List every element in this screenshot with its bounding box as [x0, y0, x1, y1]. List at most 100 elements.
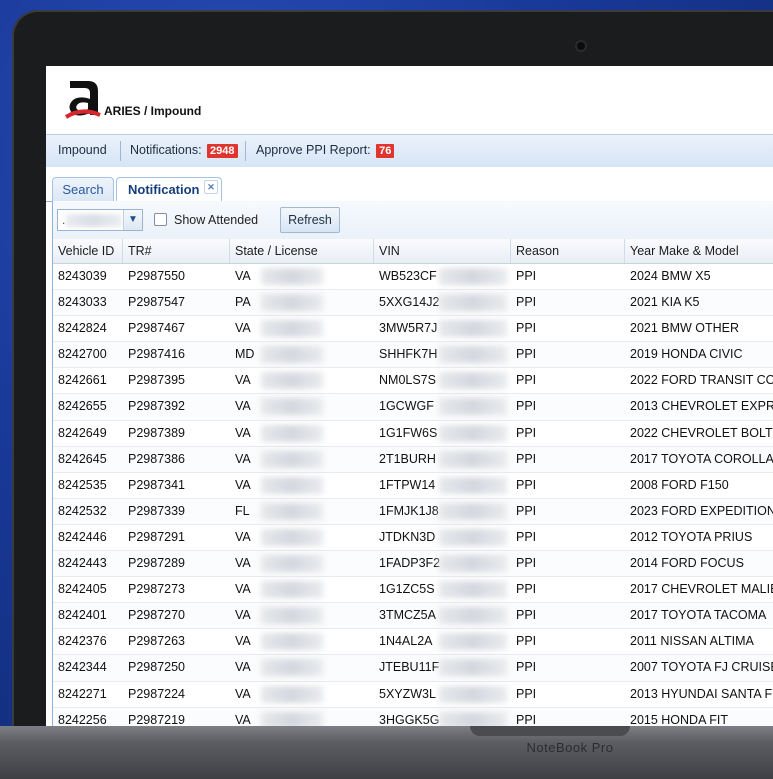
cell-year-make-model: 2017 TOYOTA COROLLA: [630, 451, 773, 466]
cell-reason: PPI: [516, 503, 537, 518]
refresh-button[interactable]: Refresh: [280, 207, 340, 233]
cell-tr: P2987386: [128, 451, 186, 466]
table-row[interactable]: 8242401 P2987270 VA 3TMCZ5A PPI 2017 TOYOTA T…: [53, 603, 773, 630]
table-row[interactable]: 8242655 P2987392 VA 1GCWGF PPI 2013 CHEVROLET…: [53, 394, 773, 421]
table-row[interactable]: 8242824 P2987467 VA 3MW5R7J PPI 2021 BMW OTHE…: [53, 316, 773, 343]
redacted-license: [261, 346, 323, 364]
cell-year-make-model: 2014 FORD FOCUS: [630, 556, 744, 571]
tab-notification[interactable]: Notification ✕: [116, 177, 222, 201]
redacted-license: [261, 450, 323, 468]
cell-year-make-model: 2019 HONDA CIVIC: [630, 347, 743, 362]
redacted-vin: [439, 502, 507, 520]
redacted-license: [261, 476, 323, 494]
redacted-license: [261, 555, 323, 573]
redacted-vin: [439, 685, 507, 703]
cell-reason: PPI: [516, 686, 537, 701]
table-row[interactable]: 8242645 P2987386 VA 2T1BURH PPI 2017 TOYOTA C…: [53, 446, 773, 473]
grid-body: 8243039 P2987550 VA WB523CF PPI 2024 BMW X5 82…: [53, 264, 773, 736]
column-header-year-make-model[interactable]: Year Make & Model: [625, 239, 773, 263]
grid-toolbar: . ▼ Show Attended Refresh: [53, 201, 773, 240]
cell-vehicle-id: 8242649: [58, 425, 107, 440]
column-header-reason[interactable]: Reason: [511, 239, 625, 263]
cell-tr: P2987341: [128, 477, 186, 492]
chevron-down-icon[interactable]: ▼: [123, 210, 142, 230]
cell-tr: P2987395: [128, 373, 186, 388]
nav-approve-ppi-report[interactable]: Approve PPI Report: 76: [256, 143, 395, 158]
redacted-vin: [439, 424, 507, 442]
cell-reason: PPI: [516, 608, 537, 623]
redacted-vin: [439, 268, 507, 285]
cell-vehicle-id: 8242376: [58, 634, 107, 649]
redacted-vin: [439, 398, 507, 416]
redacted-vin: [439, 528, 507, 546]
cell-vehicle-id: 8242443: [58, 556, 107, 571]
table-row[interactable]: 8242700 P2987416 MD SHHFK7H PPI 2019 HONDA CI…: [53, 342, 773, 369]
close-icon[interactable]: ✕: [204, 180, 218, 194]
table-row[interactable]: 8242535 P2987341 VA 1FTPW14 PPI 2008 FORD F15…: [53, 473, 773, 499]
cell-reason: PPI: [516, 660, 537, 675]
cell-vehicle-id: 8242700: [58, 347, 107, 362]
filter-select[interactable]: . ▼: [57, 209, 143, 231]
table-row[interactable]: 8242649 P2987389 VA 1G1FW6S PPI 2022 CHEVROLE…: [53, 421, 773, 447]
cell-year-make-model: 2022 FORD TRANSIT CON: [630, 373, 773, 388]
laptop-base: NoteBook Pro: [0, 726, 773, 779]
column-header-state-license[interactable]: State / License: [230, 239, 374, 263]
redacted-vin: [439, 476, 507, 494]
table-row[interactable]: 8242344 P2987250 VA JTEBU11F PPI 2007 TOYOTA …: [53, 655, 773, 682]
table-row[interactable]: 8242376 P2987263 VA 1N4AL2A PPI 2011 NISSAN A…: [53, 629, 773, 656]
cell-year-make-model: 2021 KIA K5: [630, 295, 700, 310]
filter-select-value: .: [62, 213, 66, 227]
redacted-license: [261, 659, 323, 677]
tab-notification-label: Notification: [128, 182, 200, 197]
redacted-license: [261, 528, 323, 546]
cell-tr: P2987467: [128, 321, 186, 336]
redacted-vin: [439, 555, 507, 573]
aries-logo-icon: [64, 81, 101, 119]
redacted-license: [261, 320, 323, 338]
table-row[interactable]: 8242271 P2987224 VA 5XYZW3L PPI 2013 HYUNDAI …: [53, 682, 773, 708]
table-row[interactable]: 8242661 P2987395 VA NM0LS7S PPI 2022 FORD TRA…: [53, 368, 773, 395]
cell-reason: PPI: [516, 582, 537, 597]
tab-strip: Search Notification ✕: [46, 167, 773, 202]
cell-reason: PPI: [516, 425, 537, 440]
cell-tr: P2987392: [128, 399, 186, 414]
cell-year-make-model: 2007 TOYOTA FJ CRUISE: [630, 660, 773, 675]
redacted-vin: [439, 581, 507, 599]
table-row[interactable]: 8242443 P2987289 VA 1FADP3F2 PPI 2014 FORD FO…: [53, 551, 773, 578]
cell-reason: PPI: [516, 399, 537, 414]
redacted-license: [261, 294, 323, 312]
nav-impound[interactable]: Impound: [58, 143, 107, 157]
cell-vehicle-id: 8242655: [58, 399, 107, 414]
cell-tr: P2987416: [128, 347, 186, 362]
cell-vehicle-id: 8242824: [58, 321, 107, 336]
redacted-license: [261, 685, 323, 703]
grid-header: Vehicle ID TR# State / License VIN Reaso…: [53, 239, 773, 264]
cell-vehicle-id: 8242446: [58, 529, 107, 544]
nav-notifications[interactable]: Notifications: 2948: [130, 143, 238, 158]
column-header-vehicle-id[interactable]: Vehicle ID: [53, 239, 123, 263]
table-row[interactable]: 8242405 P2987273 VA 1G1ZC5S PPI 2017 CHEVROLE…: [53, 577, 773, 604]
redacted-license: [261, 502, 323, 520]
table-row[interactable]: 8242532 P2987339 FL 1FMJK1J8 PPI 2023 FORD EX…: [53, 498, 773, 525]
redacted-vin: [439, 450, 507, 468]
redacted-vin: [439, 320, 507, 338]
show-attended-checkbox[interactable]: [154, 213, 167, 226]
cell-year-make-model: 2024 BMW X5: [630, 269, 711, 283]
cell-reason: PPI: [516, 556, 537, 571]
cell-vehicle-id: 8243033: [58, 295, 107, 310]
table-row[interactable]: 8243039 P2987550 VA WB523CF PPI 2024 BMW X5: [53, 264, 773, 291]
redacted-vin: [439, 633, 507, 651]
cell-year-make-model: 2017 TOYOTA TACOMA: [630, 608, 767, 623]
table-row[interactable]: 8242446 P2987291 VA JTDKN3D PPI 2012 TOYOTA P…: [53, 525, 773, 552]
column-header-tr[interactable]: TR#: [123, 239, 230, 263]
cell-vehicle-id: 8242344: [58, 660, 107, 675]
redacted-vin: [439, 346, 507, 364]
redacted-vin: [439, 607, 507, 625]
table-row[interactable]: 8243033 P2987547 PA 5XXG14J2 PPI 2021 KIA K5: [53, 290, 773, 317]
show-attended-label[interactable]: Show Attended: [174, 213, 258, 227]
redacted-value: [66, 214, 122, 227]
column-header-vin[interactable]: VIN: [374, 239, 511, 263]
tab-search[interactable]: Search: [52, 177, 114, 201]
cell-reason: PPI: [516, 321, 537, 336]
redacted-license: [261, 633, 323, 651]
